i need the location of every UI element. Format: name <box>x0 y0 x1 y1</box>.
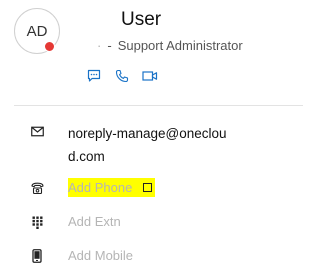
role-dot: · <box>97 38 102 53</box>
envelope-icon <box>30 123 44 139</box>
presence-status-dot <box>44 41 55 52</box>
email-value[interactable]: noreply-manage@onecloud.com <box>68 122 233 168</box>
add-phone-placeholder: Add Phone <box>68 180 133 195</box>
add-extn-field[interactable]: Add Extn <box>68 212 121 231</box>
user-role: Support Administrator <box>117 38 243 53</box>
add-phone-highlight[interactable]: Add Phone <box>68 178 156 197</box>
video-icon[interactable] <box>142 68 158 84</box>
telephone-icon <box>30 180 44 196</box>
action-bar <box>86 68 158 84</box>
checkbox-square-icon[interactable] <box>143 183 153 192</box>
user-profile-card: AD User · - Support Administrator norepl… <box>0 0 303 280</box>
add-mobile-field[interactable]: Add Mobile <box>68 246 133 265</box>
role-line: · - Support Administrator <box>97 38 243 54</box>
avatar-initials: AD <box>26 22 48 40</box>
user-name: User <box>121 9 162 30</box>
chat-icon[interactable] <box>86 68 102 84</box>
phone-icon[interactable] <box>114 68 130 84</box>
extn-row: Add Extn <box>30 213 121 230</box>
email-row: noreply-manage@onecloud.com <box>30 122 227 164</box>
divider <box>14 105 303 106</box>
mobile-row: Add Mobile <box>30 247 133 264</box>
role-dash: - <box>107 38 112 53</box>
mobile-phone-icon <box>30 248 44 264</box>
keypad-icon <box>30 214 44 230</box>
add-phone-field[interactable]: Add Phone <box>68 178 156 197</box>
phone-row: Add Phone <box>30 178 156 197</box>
